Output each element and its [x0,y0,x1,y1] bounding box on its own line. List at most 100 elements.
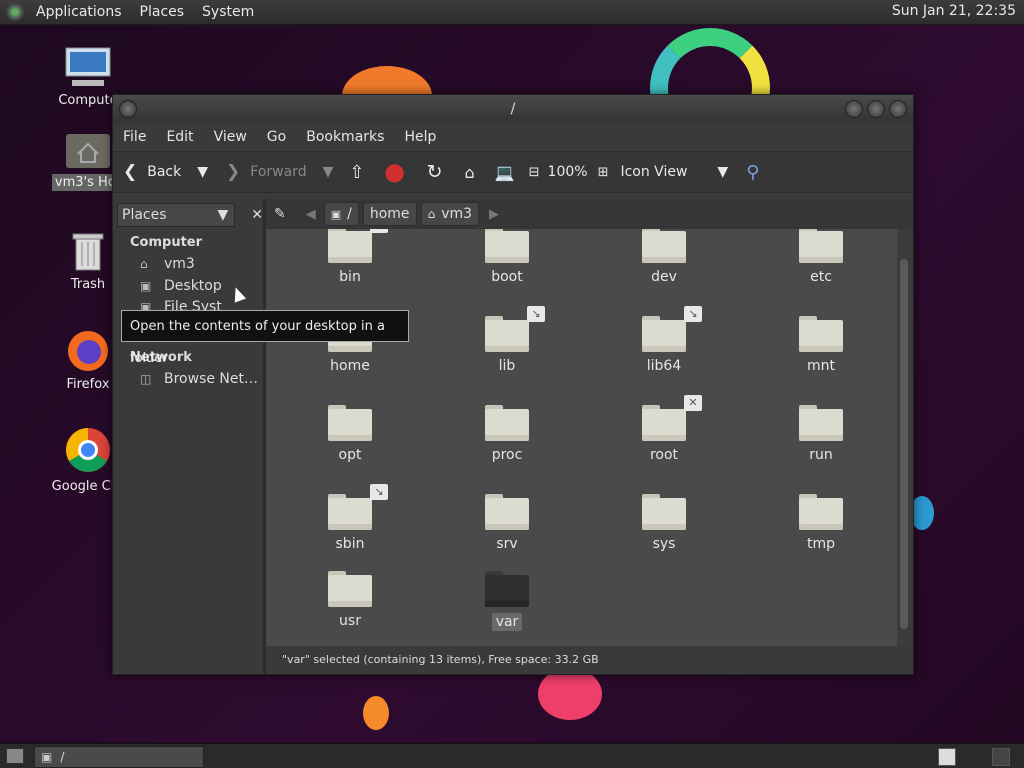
folder-icon: ↘ [642,306,702,352]
workspace-switcher[interactable] [938,748,956,766]
folder-item[interactable]: tmp [761,494,881,552]
menu-view[interactable]: View [204,129,257,145]
folder-icon [485,229,529,263]
folder-icon [485,405,529,441]
folder-item[interactable]: etc [761,229,881,285]
folder-icon: ↘ [328,484,388,530]
folder-icon [799,405,843,441]
view-mode-dropdown-icon[interactable]: ▼ [717,164,728,180]
distro-logo-icon[interactable] [6,3,24,21]
workspace-switcher-2[interactable] [992,748,1010,766]
maximize-button[interactable] [867,100,885,118]
forward-button[interactable]: ❯ Forward [226,162,307,182]
taskbar-window-button[interactable]: ▣ / [34,746,204,768]
folder-name: opt [338,447,362,463]
sidebar-item-vm3[interactable]: ⌂ vm3 [140,256,263,272]
wallpaper-blob-small [363,696,389,730]
folder-icon [485,571,529,607]
symlink-emblem-icon: ↘ [527,306,545,322]
home-button[interactable]: ⌂ [465,163,475,182]
menu-file[interactable]: File [113,129,156,145]
folder-name: etc [810,269,832,285]
folder-item[interactable]: usr [290,571,410,629]
folder-icon [799,229,843,263]
chevron-down-icon: ▼ [217,207,229,223]
desktop-folder-icon: ▣ [140,279,152,293]
breadcrumb-vm3[interactable]: ⌂ vm3 [420,202,480,226]
close-sidebar-icon[interactable]: ✕ [251,207,263,223]
sidebar-selector[interactable]: Places ▼ [117,203,236,227]
folder-item[interactable]: ↘ lib [447,306,567,374]
zoom-out-button[interactable]: ⊟ [529,165,540,180]
minimize-button[interactable] [845,100,863,118]
folder-icon: ↘ [485,306,545,352]
show-desktop-icon[interactable] [6,748,24,764]
folder-item[interactable]: ↘ bin [290,229,410,285]
folder-item[interactable]: srv [447,494,567,552]
menu-edit[interactable]: Edit [156,129,203,145]
folder-item[interactable]: mnt [761,316,881,374]
folder-item[interactable]: ✕ root [604,395,724,463]
folder-item[interactable]: dev [604,229,724,285]
file-icon-view[interactable]: ↘ bin boot dev etc home ↘ lib ↘ lib64 mnt opt proc ✕ r… [266,229,911,646]
folder-name: sbin [335,536,365,552]
folder-icon [799,494,843,530]
window-titlebar[interactable]: / [113,95,913,123]
menu-go[interactable]: Go [257,129,296,145]
folder-name: tmp [806,536,835,552]
desktop-tooltip: Open the contents of your desktop in a f… [121,310,409,366]
folder-name: run [809,447,833,463]
desktop-icon-label: Compute [58,93,118,108]
scrollbar-thumb[interactable] [900,259,908,629]
folder-item[interactable]: var [447,571,567,631]
up-button[interactable]: ⇧ [349,162,364,183]
computer-icon [65,47,111,86]
forward-history-dropdown[interactable]: ▼ [323,164,334,180]
computer-button[interactable]: 💻 [495,163,515,182]
breadcrumb-left-arrow[interactable]: ◀ [306,207,316,222]
menu-help[interactable]: Help [394,129,446,145]
folder-item[interactable]: run [761,405,881,463]
folder-icon: ▣ [41,750,53,764]
folder-name: home [330,358,370,374]
clock[interactable]: Sun Jan 21, 22:35 [892,3,1016,19]
folder-item[interactable]: sys [604,494,724,552]
window-menu-button[interactable] [119,100,137,118]
menu-bookmarks[interactable]: Bookmarks [296,129,394,145]
breadcrumb-home[interactable]: home [362,202,417,226]
sidebar-item-label: Browse Net… [164,371,259,387]
trash-icon [72,233,104,271]
back-button[interactable]: ❮ Back [123,162,181,182]
zoom-in-button[interactable]: ⊞ [598,165,609,180]
folder-item[interactable]: opt [290,405,410,463]
search-icon[interactable]: ⚲ [746,162,759,183]
folder-name: proc [491,447,523,463]
folder-name: var [491,613,523,631]
folder-item[interactable]: boot [447,229,567,285]
stop-button[interactable]: ⬤ [384,162,404,183]
applications-menu[interactable]: Applications [30,4,128,20]
back-history-dropdown[interactable]: ▼ [197,164,208,180]
toolbar: ❮ Back ▼ ❯ Forward ▼ ⇧ ⬤ ↻ ⌂ 💻 ⊟ 100% ⊞ … [113,151,913,193]
folder-item[interactable]: ↘ sbin [290,484,410,552]
status-bar: "var" selected (containing 13 items), Fr… [266,646,911,674]
window-title: / [510,101,516,117]
places-menu[interactable]: Places [134,4,191,20]
folder-name: bin [339,269,361,285]
reload-button[interactable]: ↻ [427,161,443,183]
zoom-level[interactable]: 100% [548,164,588,180]
folder-item[interactable]: proc [447,405,567,463]
vertical-scrollbar[interactable] [897,229,911,646]
location-bar: ✎ ◀ ▣ / home ⌂ vm3 ▶ [266,199,913,229]
system-menu[interactable]: System [196,4,260,20]
edit-location-icon[interactable]: ✎ [274,206,286,222]
breadcrumb-right-arrow[interactable]: ▶ [489,207,499,222]
folder-icon [799,316,843,352]
folder-name: srv [496,536,518,552]
folder-item[interactable]: ↘ lib64 [604,306,724,374]
view-mode-select[interactable]: Icon View [620,164,687,180]
close-button[interactable] [889,100,907,118]
drive-icon: ▣ [330,207,342,221]
breadcrumb-root[interactable]: ▣ / [323,202,359,226]
sidebar-item-desktop[interactable]: ▣ Desktop [140,278,263,294]
